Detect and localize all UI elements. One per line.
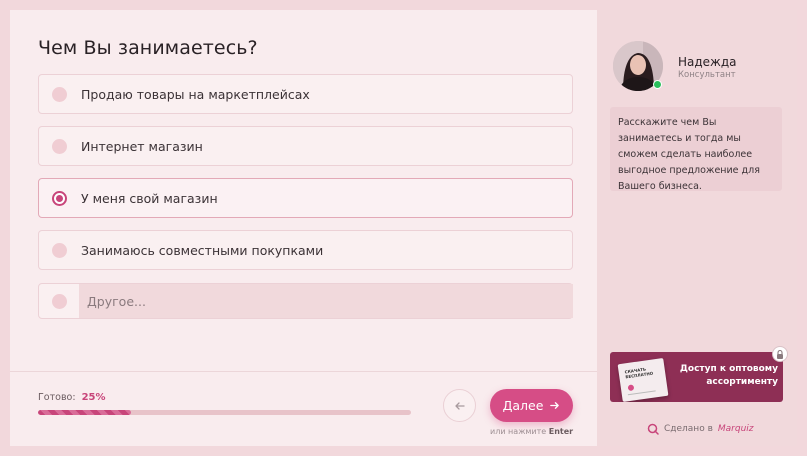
credit-prefix: Сделано в	[664, 424, 713, 434]
radio-icon[interactable]	[52, 86, 67, 102]
radio-icon[interactable]	[52, 138, 67, 154]
wholesale-promo-button[interactable]: СКАЧАТЬ БЕСПЛАТНО Доступ к оптовому ассо…	[610, 352, 783, 402]
lock-shape	[777, 349, 783, 359]
hint-prefix: или нажмите	[490, 427, 547, 436]
book-line	[627, 390, 656, 396]
promo-text: Доступ к оптовому ассортименту	[679, 364, 778, 387]
progress-caption: Готово:	[38, 392, 76, 403]
marquiz-logo-icon	[647, 423, 659, 435]
progress-fill	[38, 410, 132, 415]
option-own-store[interactable]: У меня свой магазин	[38, 178, 573, 218]
footer-divider	[10, 371, 597, 372]
option-online-store[interactable]: Интернет магазин	[38, 126, 573, 166]
option-marketplaces[interactable]: Продаю товары на маркетплейсах	[38, 74, 573, 114]
arrow-right-icon	[550, 402, 560, 409]
other-input[interactable]	[79, 284, 573, 318]
book-badge	[627, 384, 635, 392]
option-label: Продаю товары на маркетплейсах	[81, 86, 310, 102]
radio-icon[interactable]	[52, 293, 67, 309]
lock-icon	[772, 346, 788, 362]
progress-label: Готово: 25%	[38, 392, 106, 403]
credit-brand[interactable]: Marquiz	[718, 424, 754, 434]
catalog-book-icon: СКАЧАТЬ БЕСПЛАТНО	[617, 357, 669, 402]
radio-icon[interactable]	[52, 242, 67, 258]
option-joint-purchases[interactable]: Занимаюсь совместными покупками	[38, 230, 573, 270]
quiz-main: Чем Вы занимаетесь? Продаю товары на мар…	[10, 10, 597, 446]
progress-percent: 25%	[81, 392, 106, 403]
agent-name: Надежда	[678, 55, 737, 69]
option-label: Интернет магазин	[81, 138, 203, 154]
option-other[interactable]	[38, 283, 573, 319]
hint-key: Enter	[548, 427, 574, 436]
option-label: У меня свой магазин	[81, 190, 218, 206]
arrow-left-icon	[454, 401, 465, 410]
enter-hint: или нажмите Enter	[490, 427, 573, 436]
made-with-credit[interactable]: Сделано в Marquiz	[647, 423, 754, 435]
question-title: Чем Вы занимаетесь?	[38, 37, 258, 59]
next-label: Далее	[502, 398, 544, 413]
consultant-sidebar: Надежда Консультант Расскажите чем Вы за…	[597, 10, 797, 446]
radio-selected-icon[interactable]	[52, 190, 67, 206]
quiz-window: Чем Вы занимаетесь? Продаю товары на мар…	[10, 10, 797, 446]
book-title: СКАЧАТЬ БЕСПЛАТНО	[624, 366, 654, 380]
back-button[interactable]	[443, 389, 476, 422]
consultant-message: Расскажите чем Вы занимаетесь и тогда мы…	[610, 107, 782, 192]
online-status-icon	[653, 80, 662, 89]
progress-bar	[38, 410, 411, 415]
agent-role: Консультант	[678, 70, 736, 80]
next-button[interactable]: Далее	[490, 389, 573, 422]
option-label: Занимаюсь совместными покупками	[81, 242, 324, 258]
